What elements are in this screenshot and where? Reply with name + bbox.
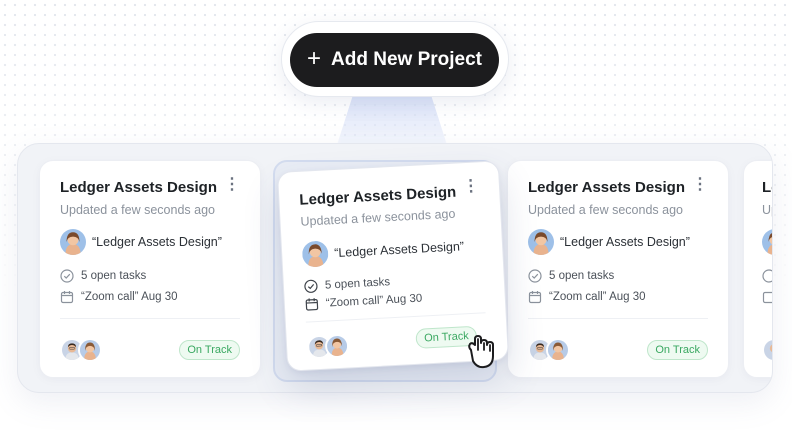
more-vertical-icon[interactable]: ⋮ bbox=[463, 177, 480, 195]
project-card[interactable]: Le Up bbox=[743, 160, 772, 378]
team-avatars bbox=[528, 338, 570, 362]
open-tasks-label: 5 open tasks bbox=[549, 270, 615, 282]
project-card[interactable]: Ledger Assets Design ⋮ Updated a few sec… bbox=[507, 160, 729, 378]
owner-name: “Ledger Assets Design” bbox=[333, 239, 465, 261]
project-title: Le bbox=[762, 179, 772, 196]
updated-time: Up bbox=[762, 203, 772, 217]
project-owner: “Ledger Assets Design” bbox=[301, 233, 465, 268]
check-circle-icon bbox=[60, 269, 74, 283]
project-owner: “Ledger Assets Design” bbox=[528, 229, 690, 255]
event: “Zoom call” Aug 30 bbox=[60, 290, 178, 304]
event bbox=[762, 290, 772, 304]
avatar bbox=[528, 229, 554, 255]
plus-icon: + bbox=[307, 45, 322, 72]
team-avatars bbox=[762, 338, 772, 362]
project-title: Ledger Assets Design bbox=[298, 183, 457, 209]
open-tasks bbox=[762, 269, 772, 283]
calendar-icon bbox=[528, 290, 542, 304]
updated-time: Updated a few seconds ago bbox=[60, 203, 215, 217]
open-tasks-label: 5 open tasks bbox=[324, 276, 391, 292]
check-circle-icon bbox=[304, 279, 319, 294]
owner-name: “Ledger Assets Design” bbox=[92, 235, 222, 249]
more-vertical-icon[interactable]: ⋮ bbox=[224, 177, 240, 193]
project-owner bbox=[762, 229, 772, 255]
project-owner: “Ledger Assets Design” bbox=[60, 229, 222, 255]
updated-time: Updated a few seconds ago bbox=[528, 203, 683, 217]
grab-cursor-icon bbox=[461, 330, 501, 372]
open-tasks-label: 5 open tasks bbox=[81, 270, 147, 282]
team-avatars bbox=[306, 333, 350, 360]
calendar-icon bbox=[305, 297, 320, 312]
divider bbox=[528, 318, 708, 319]
avatar bbox=[60, 229, 86, 255]
status-badge: On Track bbox=[647, 340, 708, 360]
avatar bbox=[546, 338, 570, 362]
event: “Zoom call” Aug 30 bbox=[305, 292, 423, 312]
calendar-icon bbox=[762, 290, 772, 304]
project-title: Ledger Assets Design bbox=[60, 179, 217, 196]
open-tasks: 5 open tasks bbox=[304, 275, 391, 293]
avatar bbox=[762, 229, 772, 255]
check-circle-icon bbox=[528, 269, 542, 283]
status-badge: On Track bbox=[179, 340, 240, 360]
add-new-project-button[interactable]: + Add New Project bbox=[290, 33, 499, 87]
avatar bbox=[324, 333, 350, 359]
avatar bbox=[762, 338, 772, 362]
avatar bbox=[301, 240, 329, 268]
open-tasks: 5 open tasks bbox=[528, 269, 614, 283]
project-title: Ledger Assets Design bbox=[528, 179, 685, 196]
avatar bbox=[78, 338, 102, 362]
event-label: “Zoom call” Aug 30 bbox=[325, 292, 423, 310]
owner-name: “Ledger Assets Design” bbox=[560, 235, 690, 249]
team-avatars bbox=[60, 338, 102, 362]
updated-time: Updated a few seconds ago bbox=[300, 206, 456, 229]
check-circle-icon bbox=[762, 269, 772, 283]
open-tasks: 5 open tasks bbox=[60, 269, 146, 283]
more-vertical-icon[interactable]: ⋮ bbox=[692, 177, 708, 193]
event: “Zoom call” Aug 30 bbox=[528, 290, 646, 304]
event-label: “Zoom call” Aug 30 bbox=[81, 291, 178, 303]
divider bbox=[60, 318, 240, 319]
calendar-icon bbox=[60, 290, 74, 304]
project-card[interactable]: Ledger Assets Design ⋮ Updated a few sec… bbox=[39, 160, 261, 378]
divider bbox=[305, 312, 486, 323]
event-label: “Zoom call” Aug 30 bbox=[549, 291, 646, 303]
add-new-project-label: Add New Project bbox=[331, 49, 482, 70]
